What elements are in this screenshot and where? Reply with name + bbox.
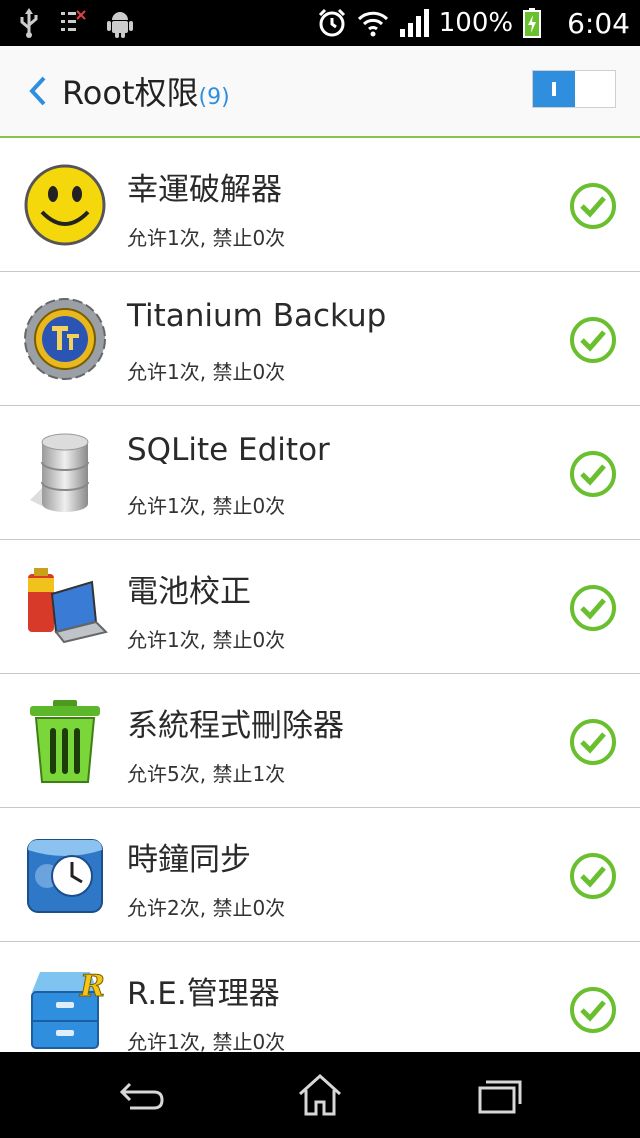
clock-sync-icon <box>27 839 103 913</box>
debug-off-icon <box>61 10 86 31</box>
list-item[interactable]: R R.E.管理器 允许1次, 禁止0次 <box>0 942 640 1052</box>
database-icon <box>30 433 89 512</box>
app-stats: 允许1次, 禁止0次 <box>127 628 286 652</box>
file-cabinet-icon: R <box>31 969 105 1049</box>
app-stats: 允许1次, 禁止0次 <box>127 360 286 384</box>
check-circle-icon <box>570 183 616 229</box>
alarm-icon <box>318 8 345 37</box>
check-circle-icon <box>570 451 616 497</box>
app-name: 系統程式刪除器 <box>127 708 344 744</box>
back-arrow-icon[interactable] <box>26 74 50 108</box>
root-toggle[interactable] <box>532 70 616 108</box>
usb-icon <box>20 8 38 38</box>
app-stats: 允许1次, 禁止0次 <box>127 226 286 250</box>
app-name: 電池校正 <box>127 574 251 610</box>
toggle-knob <box>533 71 575 107</box>
app-list: 幸運破解器 允许1次, 禁止0次 Titanium Backup 允许1次, 禁… <box>0 138 640 1052</box>
battery-percent: 100% <box>438 8 514 38</box>
navigation-bar <box>0 1052 640 1138</box>
signal-icon <box>399 9 429 37</box>
app-name: R.E.管理器 <box>127 976 280 1012</box>
app-stats: 允许1次, 禁止0次 <box>127 494 286 518</box>
battery-laptop-icon <box>28 568 108 644</box>
app-name: SQLite Editor <box>127 432 330 468</box>
app-name: 時鐘同步 <box>127 842 251 878</box>
trash-can-icon <box>30 700 100 783</box>
battery-charging-icon <box>523 8 542 38</box>
app-name: Titanium Backup <box>127 298 387 334</box>
app-stats: 允许5次, 禁止1次 <box>127 762 286 786</box>
nav-back-icon[interactable] <box>112 1070 172 1120</box>
app-stats: 允许2次, 禁止0次 <box>127 896 286 920</box>
list-item[interactable]: 系統程式刪除器 允许5次, 禁止1次 <box>0 674 640 808</box>
list-item[interactable]: 時鐘同步 允许2次, 禁止0次 <box>0 808 640 942</box>
list-item[interactable]: Titanium Backup 允许1次, 禁止0次 <box>0 272 640 406</box>
titanium-gear-icon <box>24 298 106 380</box>
check-circle-icon <box>570 987 616 1033</box>
list-item[interactable]: 電池校正 允许1次, 禁止0次 <box>0 540 640 674</box>
nav-recents-icon[interactable] <box>468 1070 528 1120</box>
list-item[interactable]: 幸運破解器 允许1次, 禁止0次 <box>0 138 640 272</box>
check-circle-icon <box>570 719 616 765</box>
app-stats: 允许1次, 禁止0次 <box>127 1030 286 1052</box>
svg-text:R: R <box>79 969 105 1004</box>
page-title: Root权限(9) <box>62 68 230 114</box>
check-circle-icon <box>570 585 616 631</box>
page-title-text: Root权限 <box>62 74 199 112</box>
status-bar: 100% 6:04 <box>0 0 640 46</box>
app-name: 幸運破解器 <box>127 172 282 208</box>
check-circle-icon <box>570 853 616 899</box>
smiley-face-icon <box>24 164 106 246</box>
clock: 6:04 <box>567 6 630 40</box>
wifi-icon <box>357 11 388 37</box>
nav-home-icon[interactable] <box>290 1070 350 1120</box>
android-icon <box>107 12 133 38</box>
app-bar: Root权限(9) <box>0 46 640 138</box>
list-item[interactable]: SQLite Editor 允许1次, 禁止0次 <box>0 406 640 540</box>
check-circle-icon <box>570 317 616 363</box>
app-count: (9) <box>198 85 230 110</box>
